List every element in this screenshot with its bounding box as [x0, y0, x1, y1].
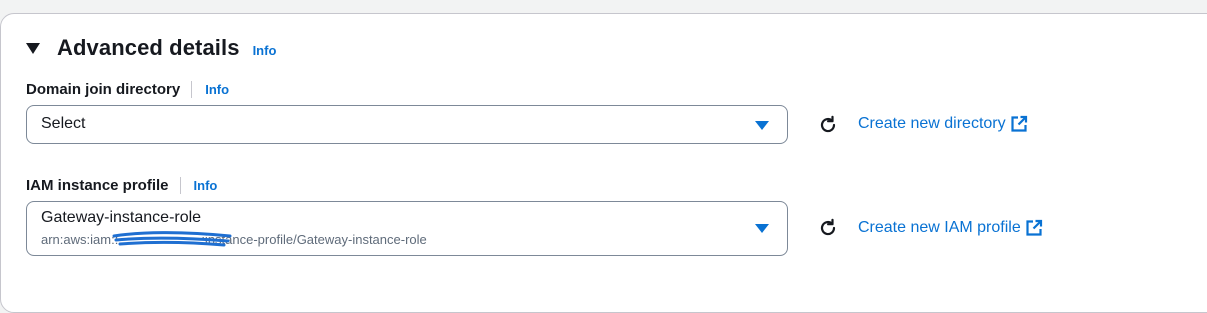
create-new-directory-label: Create new directory	[858, 115, 1006, 132]
section-header: Advanced details Info	[26, 33, 276, 63]
iam-profile-label-row: IAM instance profile Info	[26, 175, 217, 195]
domain-join-info-link[interactable]: Info	[205, 82, 229, 97]
domain-join-label: Domain join directory	[26, 80, 181, 98]
domain-join-label-row: Domain join directory Info	[26, 79, 229, 99]
section-title[interactable]: Advanced details	[57, 35, 240, 61]
domain-join-select-value: Select	[41, 115, 86, 132]
domain-join-select[interactable]: Select	[26, 105, 788, 144]
create-new-directory-link[interactable]: Create new directory	[858, 115, 1028, 133]
dropdown-arrow-icon	[755, 224, 769, 233]
arn-suffix: :instance-profile/Gateway-instance-role	[201, 232, 427, 247]
caret-down-icon[interactable]	[26, 42, 40, 54]
refresh-icon[interactable]	[817, 217, 839, 239]
arn-prefix: arn:aws:iam::	[41, 232, 119, 247]
section-info-link[interactable]: Info	[253, 43, 277, 58]
iam-profile-label: IAM instance profile	[26, 176, 169, 194]
iam-profile-select-value: Gateway-instance-role	[41, 209, 202, 226]
label-divider	[179, 176, 181, 194]
refresh-icon[interactable]	[817, 114, 839, 136]
label-divider	[191, 80, 193, 98]
dropdown-arrow-icon	[755, 121, 769, 130]
create-new-iam-profile-link[interactable]: Create new IAM profile	[858, 219, 1043, 237]
create-new-iam-profile-label: Create new IAM profile	[858, 219, 1021, 236]
iam-profile-arn: arn:aws:iam:::instance-profile/Gateway-i…	[41, 232, 427, 247]
iam-profile-info-link[interactable]: Info	[194, 178, 218, 193]
iam-profile-select[interactable]: Gateway-instance-role arn:aws:iam:::inst…	[26, 201, 788, 256]
external-link-icon	[1011, 115, 1027, 132]
external-link-icon	[1026, 219, 1042, 236]
